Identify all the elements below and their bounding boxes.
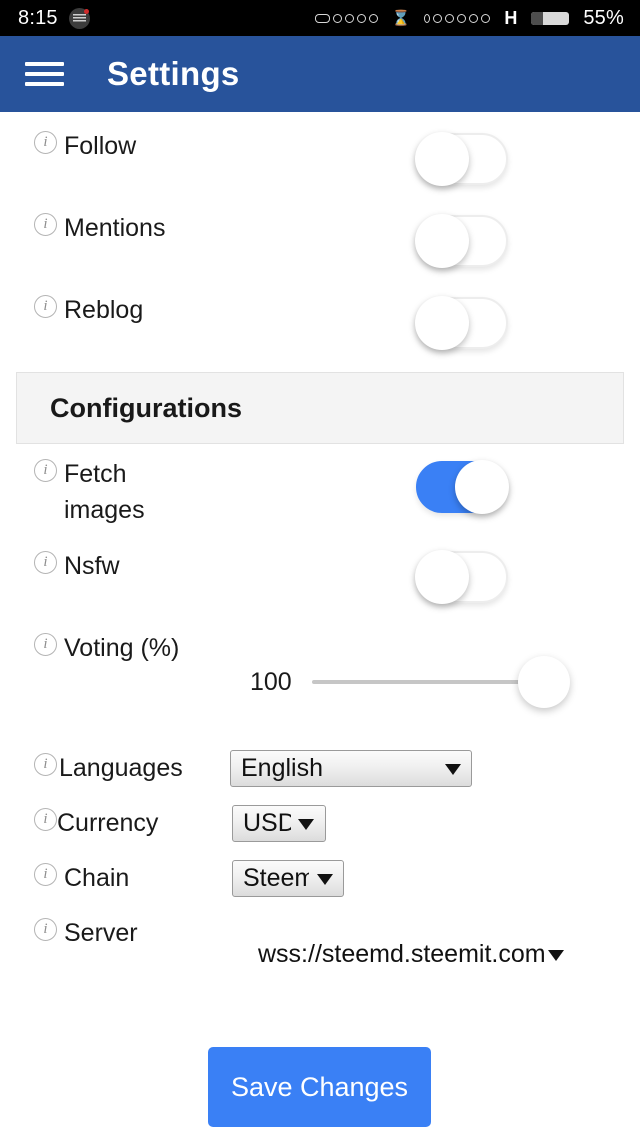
- save-changes-button[interactable]: Save Changes: [208, 1047, 431, 1127]
- setting-label-fetch-images: i Fetch images: [0, 456, 174, 528]
- voting-slider[interactable]: [312, 654, 570, 710]
- languages-select[interactable]: English: [230, 750, 472, 787]
- setting-label-text: Mentions: [64, 214, 166, 242]
- setting-label-text: Nsfw: [64, 552, 120, 580]
- info-icon[interactable]: i: [34, 213, 57, 236]
- server-select-value[interactable]: wss://steemd.steemit.com: [258, 940, 546, 969]
- info-icon[interactable]: i: [34, 295, 57, 318]
- signal-bars-icon: [314, 13, 378, 23]
- section-title-text: Configurations: [50, 392, 242, 423]
- setting-label-nsfw: i Nsfw: [0, 548, 120, 584]
- signal-bars-secondary-icon: [424, 13, 491, 23]
- settings-content: i Follow i Mentions i Reblog Configurati…: [0, 112, 640, 1138]
- toggle-nsfw[interactable]: [415, 550, 508, 604]
- blackberry-logo-icon: [68, 7, 90, 29]
- settings-screen: 8:15 ⌛ H 55% Settings i Follow i Mention…: [0, 0, 640, 1138]
- setting-label-currency: i Currency: [0, 805, 158, 841]
- info-icon[interactable]: i: [34, 753, 57, 776]
- setting-label-text: Server: [64, 919, 138, 947]
- status-bar-left: 8:15: [18, 7, 90, 30]
- setting-label-chain: i Chain: [0, 860, 129, 896]
- status-bar-right: ⌛ H 55%: [314, 6, 624, 30]
- voting-slider-thumb[interactable]: [518, 656, 570, 708]
- setting-row-follow: i Follow: [0, 128, 640, 164]
- toggle-reblog[interactable]: [415, 296, 508, 350]
- chain-select[interactable]: Steem: [232, 860, 344, 897]
- setting-label-mentions: i Mentions: [0, 210, 165, 246]
- toggle-fetch-images[interactable]: [416, 460, 509, 514]
- status-bar: 8:15 ⌛ H 55%: [0, 0, 640, 36]
- currency-select[interactable]: USD: [232, 805, 326, 842]
- toggle-follow[interactable]: [415, 132, 508, 186]
- setting-label-voting: i Voting (%): [0, 630, 179, 666]
- chevron-down-icon: [548, 950, 564, 961]
- battery-icon: [531, 11, 570, 25]
- page-title: Settings: [107, 55, 240, 92]
- status-clock: 8:15: [18, 6, 58, 29]
- hourglass-icon: ⌛: [391, 9, 411, 27]
- setting-label-text: Voting (%): [64, 634, 180, 662]
- voting-slider-value: 100: [250, 668, 292, 696]
- info-icon[interactable]: i: [34, 918, 57, 941]
- setting-label-text: Chain: [64, 864, 130, 892]
- setting-label-languages: i Languages: [0, 750, 183, 786]
- setting-label-text: Reblog: [64, 296, 144, 324]
- setting-label-text: Languages: [59, 754, 183, 782]
- setting-label-reblog: i Reblog: [0, 292, 143, 328]
- setting-row-fetch-images: i Fetch images: [0, 456, 640, 528]
- app-bar: Settings: [0, 36, 640, 112]
- info-icon[interactable]: i: [34, 633, 57, 656]
- setting-label-follow: i Follow: [0, 128, 136, 164]
- setting-label-text: Fetch images: [64, 460, 145, 524]
- hamburger-menu-icon[interactable]: [25, 58, 65, 90]
- setting-row-mentions: i Mentions: [0, 210, 640, 246]
- network-type-label: H: [504, 8, 518, 28]
- info-icon[interactable]: i: [34, 131, 57, 154]
- toggle-mentions[interactable]: [415, 214, 508, 268]
- setting-label-text: Currency: [57, 809, 159, 837]
- battery-percent-label: 55%: [583, 6, 624, 29]
- info-icon[interactable]: i: [34, 551, 57, 574]
- section-header-configurations: Configurations: [16, 372, 624, 444]
- info-icon[interactable]: i: [34, 808, 57, 831]
- info-icon[interactable]: i: [34, 863, 57, 886]
- setting-label-text: Follow: [64, 132, 137, 160]
- setting-row-nsfw: i Nsfw: [0, 548, 640, 584]
- setting-row-reblog: i Reblog: [0, 292, 640, 328]
- setting-label-server: i Server: [0, 915, 138, 951]
- info-icon[interactable]: i: [34, 459, 57, 482]
